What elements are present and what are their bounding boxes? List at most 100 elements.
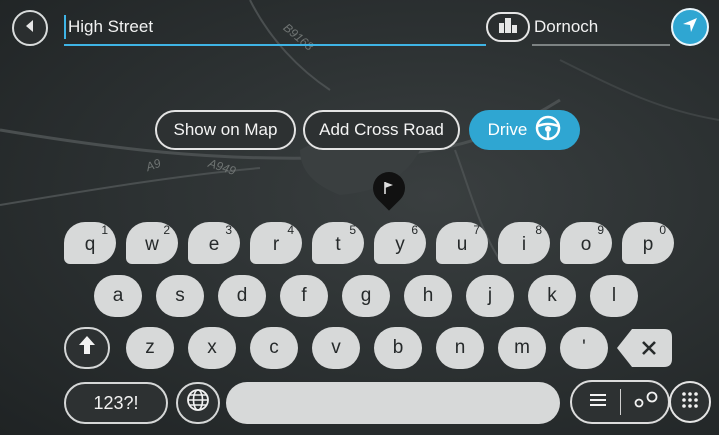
key-o[interactable]: o9	[560, 222, 612, 264]
language-key[interactable]	[176, 382, 220, 424]
symbols-key[interactable]: 123?!	[64, 382, 168, 424]
key-number: 1	[101, 223, 108, 237]
drive-label: Drive	[487, 120, 528, 139]
city-underline	[532, 44, 670, 46]
show-on-map-button[interactable]: Show on Map	[155, 110, 296, 150]
map-background: B9168 A9 A949	[0, 0, 719, 435]
show-on-map-label: Show on Map	[173, 120, 278, 139]
key-letter: m	[514, 337, 530, 358]
search-input-value: High Street	[68, 17, 154, 36]
keypad-button[interactable]	[669, 381, 711, 423]
key-s[interactable]: s	[156, 275, 204, 317]
road-label-a9: A9	[144, 155, 163, 175]
key-letter: q	[84, 234, 96, 255]
list-view-button[interactable]	[574, 382, 622, 422]
key-u[interactable]: u7	[436, 222, 488, 264]
flag-pin-icon	[366, 165, 412, 211]
key-letter: a	[112, 285, 124, 306]
key-g[interactable]: g	[342, 275, 390, 317]
key-letter: w	[145, 234, 159, 255]
search-input[interactable]: High Street	[64, 10, 486, 46]
key-v[interactable]: v	[312, 327, 360, 369]
add-cross-road-label: Add Cross Road	[319, 120, 444, 139]
key-letter: v	[331, 337, 341, 358]
results-view-toggle[interactable]	[570, 380, 670, 424]
key-x[interactable]: x	[188, 327, 236, 369]
key-j[interactable]: j	[466, 275, 514, 317]
add-cross-road-button[interactable]: Add Cross Road	[303, 110, 460, 150]
key-y[interactable]: y6	[374, 222, 426, 264]
key-letter: r	[272, 234, 280, 255]
key-letter: c	[269, 337, 279, 358]
key-z[interactable]: z	[126, 327, 174, 369]
key-m[interactable]: m	[498, 327, 546, 369]
backspace-icon	[616, 329, 674, 373]
key-letter: u	[456, 234, 468, 255]
map-view-button[interactable]	[622, 382, 670, 422]
key-letter: l	[611, 285, 617, 306]
key-h[interactable]: h	[404, 275, 452, 317]
key-c[interactable]: c	[250, 327, 298, 369]
road-label-a949: A949	[206, 156, 238, 178]
drive-button[interactable]: Drive	[469, 110, 580, 150]
city-icon	[497, 17, 519, 38]
key-letter: p	[642, 234, 654, 255]
steering-wheel-icon	[535, 115, 561, 146]
shift-key[interactable]	[64, 327, 110, 369]
key-letter: d	[236, 285, 248, 306]
key-p[interactable]: p0	[622, 222, 674, 264]
symbols-key-label: 123?!	[93, 392, 139, 413]
list-icon	[589, 393, 607, 412]
route-icon	[633, 391, 659, 414]
key-k[interactable]: k	[528, 275, 576, 317]
key-d[interactable]: d	[218, 275, 266, 317]
key-f[interactable]: f	[280, 275, 328, 317]
space-key[interactable]	[226, 382, 560, 424]
key-number: 6	[411, 223, 418, 237]
current-location-button[interactable]	[671, 8, 709, 46]
key-letter: g	[360, 285, 372, 306]
map-roads	[0, 0, 719, 261]
navigation-arrow-icon	[681, 16, 699, 39]
key-b[interactable]: b	[374, 327, 422, 369]
backspace-key[interactable]	[616, 327, 674, 369]
key-q[interactable]: q1	[64, 222, 116, 264]
key-i[interactable]: i8	[498, 222, 550, 264]
key-letter: e	[208, 234, 220, 255]
keypad-icon	[680, 390, 700, 415]
key-number: 9	[597, 223, 604, 237]
key-letter: i	[521, 234, 527, 255]
city-selector-button[interactable]	[486, 12, 530, 42]
key-apostrophe[interactable]: '	[560, 327, 608, 369]
key-letter: n	[454, 337, 466, 358]
key-n[interactable]: n	[436, 327, 484, 369]
key-e[interactable]: e3	[188, 222, 240, 264]
search-underline	[64, 44, 486, 46]
key-letter: o	[580, 234, 592, 255]
key-l[interactable]: l	[590, 275, 638, 317]
globe-icon	[186, 388, 210, 418]
key-letter: s	[175, 285, 185, 306]
key-letter: z	[145, 337, 155, 358]
key-r[interactable]: r4	[250, 222, 302, 264]
back-button[interactable]	[12, 10, 48, 46]
key-w[interactable]: w2	[126, 222, 178, 264]
key-letter: y	[395, 234, 405, 255]
key-letter: h	[422, 285, 434, 306]
city-input[interactable]: Dornoch	[532, 10, 670, 46]
key-number: 0	[659, 223, 666, 237]
toggle-divider	[620, 389, 621, 415]
city-input-value: Dornoch	[534, 17, 599, 36]
key-number: 7	[473, 223, 480, 237]
search-screen: B9168 A9 A949 High Street Dornoch Show o…	[0, 0, 719, 435]
key-number: 4	[287, 223, 294, 237]
key-letter: x	[207, 337, 217, 358]
key-number: 8	[535, 223, 542, 237]
key-a[interactable]: a	[94, 275, 142, 317]
key-letter: k	[547, 285, 557, 306]
key-number: 5	[349, 223, 356, 237]
key-t[interactable]: t5	[312, 222, 364, 264]
key-number: 3	[225, 223, 232, 237]
key-letter: f	[301, 285, 307, 306]
key-letter: b	[392, 337, 404, 358]
